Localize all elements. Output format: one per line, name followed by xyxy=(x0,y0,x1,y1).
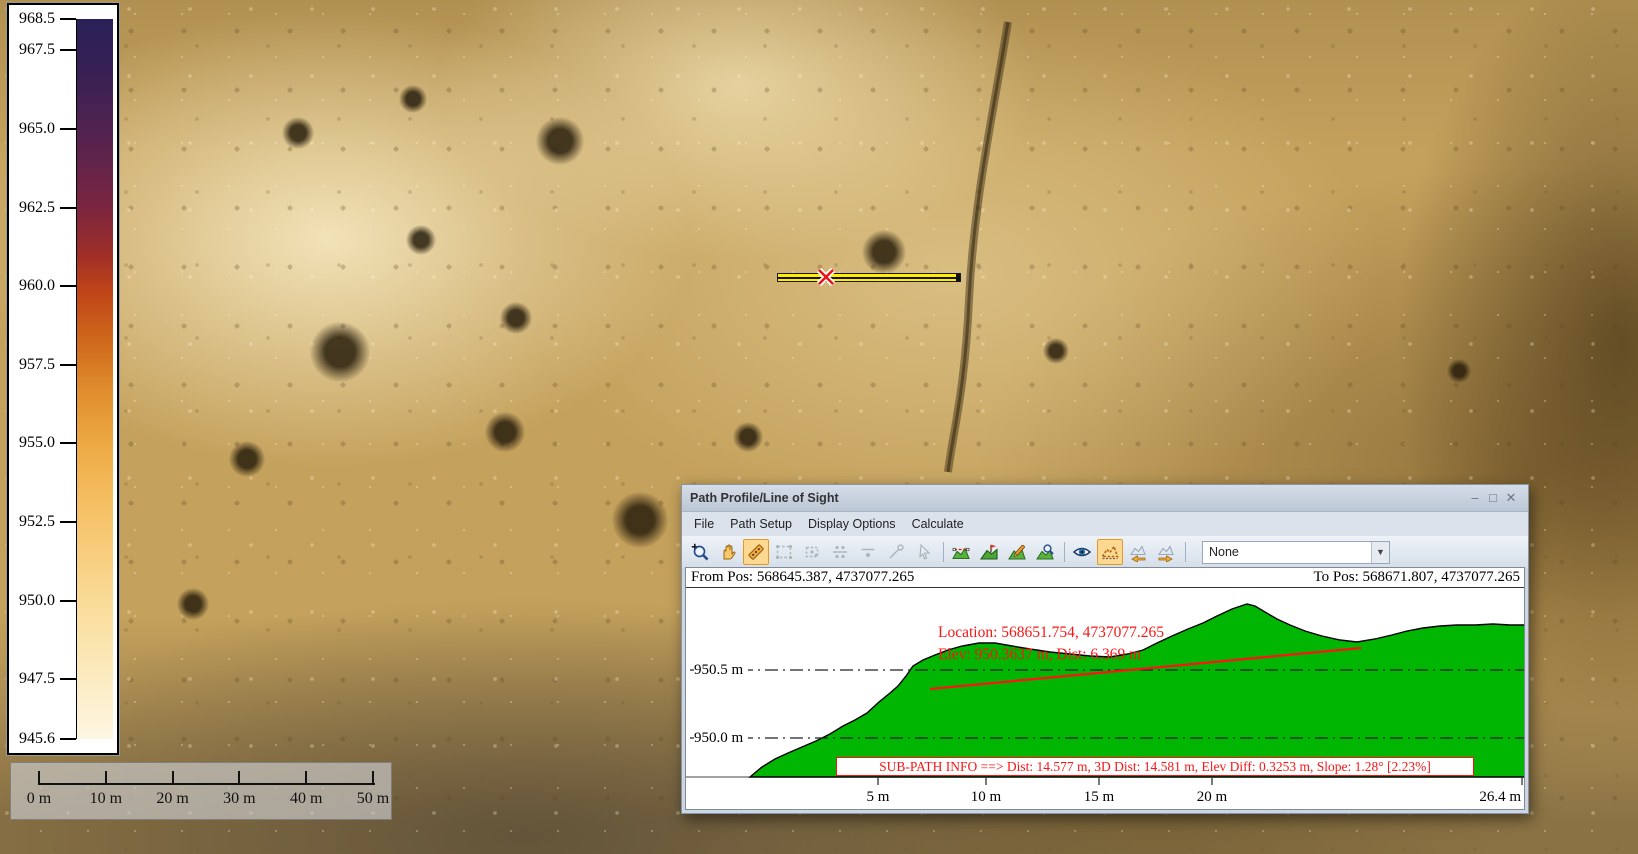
terrain-inspect-icon[interactable] xyxy=(1032,539,1058,565)
window-titlebar[interactable]: Path Profile/Line of Sight – □ ✕ xyxy=(682,485,1528,512)
center-vertex-icon[interactable] xyxy=(855,539,881,565)
legend-tick xyxy=(60,18,76,20)
close-button[interactable]: ✕ xyxy=(1502,489,1520,507)
legend-tick-label: 957.5 xyxy=(3,357,55,373)
subpath-info-box: SUB-PATH INFO ==> Dist: 14.577 m, 3D Dis… xyxy=(836,757,1474,776)
maximize-button[interactable]: □ xyxy=(1484,489,1502,507)
view-shed-icon[interactable] xyxy=(1069,539,1095,565)
menu-display-options[interactable]: Display Options xyxy=(800,517,904,531)
cursor-x-marker xyxy=(815,266,837,288)
toolbar-separator xyxy=(943,542,944,562)
menu-bar: File Path Setup Display Options Calculat… xyxy=(682,512,1528,536)
profile-chart[interactable]: From Pos: 568645.387, 4737077.265 To Pos… xyxy=(685,567,1525,810)
x-axis-label: 5 m xyxy=(867,789,890,806)
legend-tick xyxy=(60,49,76,51)
rotate-path-icon[interactable] xyxy=(883,539,909,565)
profile-zoom-icon[interactable] xyxy=(1097,539,1123,565)
legend-tick-label: 967.5 xyxy=(3,42,55,58)
path-end-cap xyxy=(956,274,960,281)
legend-tick xyxy=(60,207,76,209)
legend-tick xyxy=(60,678,76,680)
scale-bar-line xyxy=(39,783,375,785)
scale-tick xyxy=(238,771,240,785)
scale-tick-label: 30 m xyxy=(223,790,255,808)
legend-tick xyxy=(60,600,76,602)
select-rect-icon[interactable] xyxy=(771,539,797,565)
dropdown-arrow-icon[interactable]: ▼ xyxy=(1371,542,1389,563)
x-axis-label: 20 m xyxy=(1197,789,1227,806)
y-axis-label: 950.5 m xyxy=(694,662,748,678)
legend-tick xyxy=(60,128,76,130)
elevation-annotation: Elev: 950.3637 m, Dist: 6.369 m xyxy=(938,645,1141,665)
scale-tick xyxy=(172,771,174,785)
subpath-next-icon[interactable] xyxy=(1153,539,1179,565)
legend-tick xyxy=(60,521,76,523)
profile-path-icon[interactable] xyxy=(948,539,974,565)
window-title: Path Profile/Line of Sight xyxy=(690,491,839,505)
x-axis-label: 10 m xyxy=(971,789,1001,806)
select-rect-nodes-icon[interactable] xyxy=(799,539,825,565)
legend-tick xyxy=(60,364,76,366)
scale-tick xyxy=(305,771,307,785)
terrain-edit-icon[interactable] xyxy=(1004,539,1030,565)
elevation-legend: 968.5967.5965.0962.5960.0957.5955.0952.5… xyxy=(7,3,119,755)
pan-hand-icon[interactable] xyxy=(715,539,741,565)
path-profile-window: Path Profile/Line of Sight – □ ✕ File Pa… xyxy=(681,484,1529,814)
menu-calculate[interactable]: Calculate xyxy=(904,517,972,531)
scale-tick-label: 40 m xyxy=(290,790,322,808)
map-scale-bar: 0 m 10 m 20 m 30 m 40 m 50 m xyxy=(10,762,392,820)
legend-tick-label: 952.5 xyxy=(3,514,55,530)
legend-tick xyxy=(60,738,76,740)
measure-path-icon[interactable] xyxy=(743,539,769,565)
legend-tick-label: 945.6 xyxy=(3,731,55,747)
split-path-icon[interactable] xyxy=(827,539,853,565)
elevation-gradient-bar xyxy=(76,19,113,739)
zoom-in-icon[interactable] xyxy=(687,539,713,565)
subpath-prev-icon[interactable] xyxy=(1125,539,1151,565)
legend-tick-label: 968.5 xyxy=(3,11,55,27)
minimize-button[interactable]: – xyxy=(1466,489,1484,507)
legend-tick xyxy=(60,442,76,444)
legend-tick-label: 965.0 xyxy=(3,121,55,137)
legend-tick-label: 962.5 xyxy=(3,200,55,216)
scale-tick xyxy=(38,771,40,785)
scale-tick xyxy=(372,771,374,785)
x-axis-label: 26.4 m xyxy=(1479,789,1521,806)
x-axis-label: 15 m xyxy=(1084,789,1114,806)
path-line-overlay xyxy=(777,273,961,282)
legend-tick-label: 960.0 xyxy=(3,278,55,294)
scale-tick-label: 50 m xyxy=(357,790,389,808)
legend-tick-label: 947.5 xyxy=(3,671,55,687)
pick-vertex-icon[interactable] xyxy=(911,539,937,565)
scale-tick-label: 20 m xyxy=(156,790,188,808)
y-axis-label: 950.0 m xyxy=(694,730,748,746)
toolbar: None▼ xyxy=(682,536,1528,568)
terrain-flag-icon[interactable] xyxy=(976,539,1002,565)
location-annotation: Location: 568651.754, 4737077.265 xyxy=(938,623,1164,643)
menu-path-setup[interactable]: Path Setup xyxy=(722,517,800,531)
legend-tick-label: 950.0 xyxy=(3,593,55,609)
legend-tick-label: 955.0 xyxy=(3,435,55,451)
legend-tick xyxy=(60,285,76,287)
scale-tick-label: 0 m xyxy=(27,790,51,808)
scale-tick xyxy=(105,771,107,785)
dropdown-value: None xyxy=(1203,545,1371,559)
menu-file[interactable]: File xyxy=(686,517,722,531)
toolbar-separator xyxy=(1064,542,1065,562)
overlay-dropdown[interactable]: None▼ xyxy=(1202,541,1390,564)
scale-tick-label: 10 m xyxy=(90,790,122,808)
toolbar-separator xyxy=(1185,542,1186,562)
